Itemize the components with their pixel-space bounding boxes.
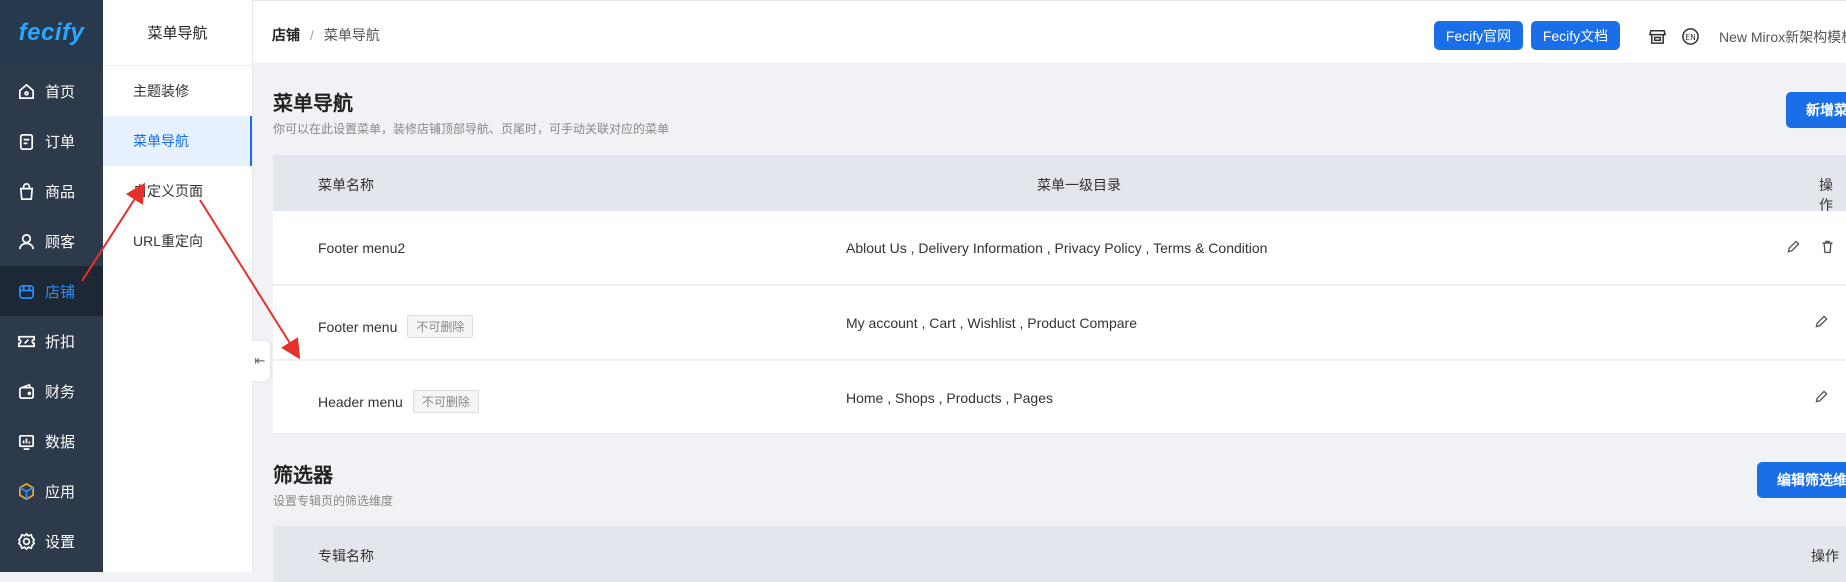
nav-item-settings[interactable]: 设置	[0, 516, 103, 566]
user-icon	[16, 231, 36, 251]
main-sidebar: fecify 首页 订单 商品 顾客 店铺 折扣 财务 数据 应用 设置	[0, 0, 103, 572]
breadcrumb-root[interactable]: 店铺	[272, 27, 300, 43]
nav-item-label: 折扣	[45, 333, 76, 351]
store-submenu: 菜单导航 主题装修 菜单导航 自定义页面 URL重定向	[103, 0, 253, 572]
breadcrumb: 店铺 / 菜单导航	[272, 25, 380, 45]
nav-item-discounts[interactable]: 折扣	[0, 316, 103, 366]
nav-item-label: 设置	[45, 533, 76, 551]
gear-icon	[16, 531, 36, 551]
nav-item-label: 首页	[45, 83, 76, 101]
breadcrumb-separator: /	[310, 27, 314, 43]
breadcrumb-current: 菜单导航	[323, 27, 380, 43]
col-menu-name: 菜单名称	[318, 177, 374, 193]
edit-filter-button[interactable]: 编辑筛选维度	[1757, 462, 1846, 498]
fecify-docs-button[interactable]: Fecify文档	[1531, 21, 1620, 50]
fecify-site-button[interactable]: Fecify官网	[1434, 21, 1523, 50]
menu-section-title: 菜单导航	[273, 93, 353, 115]
fecify-logo[interactable]: fecify	[0, 0, 103, 66]
nav-item-label: 商品	[45, 183, 76, 201]
table-row: Footer menu 不可删除 My account , Cart , Wish…	[273, 286, 1846, 360]
menu-dirs: Home , Shops , Products , Pages	[846, 390, 1053, 406]
wallet-icon	[16, 381, 36, 401]
edit-icon[interactable]	[1813, 388, 1831, 406]
nav-item-home[interactable]: 首页	[0, 66, 103, 116]
menu-section-desc: 你可以在此设置菜单，装修店铺顶部导航、页尾时，可手动关联对应的菜单	[273, 122, 670, 136]
filter-section-desc: 设置专辑页的筛选维度	[273, 494, 394, 508]
submenu-item-url-redirect[interactable]: URL重定向	[103, 216, 252, 266]
menu-dirs: Ablout Us , Delivery Information , Priva…	[846, 240, 1268, 256]
collapse-submenu-icon[interactable]: ⇤	[250, 341, 270, 381]
menu-name: Footer menu	[318, 318, 398, 335]
delete-icon[interactable]	[1819, 238, 1837, 256]
nav-item-label: 店铺	[45, 283, 76, 301]
filter-table-header: 专辑名称 操作	[273, 526, 1846, 582]
store-icon	[16, 281, 36, 301]
edit-icon[interactable]	[1813, 313, 1831, 331]
submenu-item-menu-nav[interactable]: 菜单导航	[103, 116, 252, 166]
bag-icon	[16, 181, 36, 201]
menu-dirs: My account , Cart , Wishlist , Product C…	[846, 315, 1137, 331]
col-menu-dirs: 菜单一级目录	[1037, 177, 1121, 193]
nav-item-finance[interactable]: 财务	[0, 366, 103, 416]
filter-section-title: 筛选器	[273, 465, 333, 487]
nav-item-customers[interactable]: 顾客	[0, 216, 103, 266]
svg-text:EN: EN	[1685, 32, 1695, 41]
submenu-item-custom-page[interactable]: 自定义页面	[103, 166, 252, 216]
table-row: Header menu 不可删除 Home , Shops , Products …	[273, 361, 1846, 434]
col-action: 操作	[1811, 548, 1839, 564]
storefront-icon[interactable]	[1647, 26, 1667, 46]
nav-item-orders[interactable]: 订单	[0, 116, 103, 166]
store-name[interactable]: New Mirox新架构模板	[1719, 27, 1846, 47]
nav-item-store[interactable]: 店铺	[0, 266, 103, 316]
add-menu-button[interactable]: 新增菜单	[1786, 92, 1846, 128]
col-action: 操作	[1819, 177, 1833, 213]
menu-name: Header menu	[318, 393, 403, 410]
submenu-title: 菜单导航	[103, 0, 252, 66]
nav-item-label: 应用	[45, 483, 76, 501]
nav-item-apps[interactable]: 应用	[0, 466, 103, 516]
edit-icon[interactable]	[1785, 238, 1803, 256]
chart-icon	[16, 431, 36, 451]
submenu-item-theme[interactable]: 主题装修	[103, 66, 252, 116]
nav-item-label: 订单	[45, 133, 76, 151]
undeletable-badge: 不可删除	[412, 390, 479, 413]
nav-item-data[interactable]: 数据	[0, 416, 103, 466]
table-row: Footer menu2 Ablout Us , Delivery Inform…	[273, 211, 1846, 285]
home-icon	[16, 81, 36, 101]
col-album-name: 专辑名称	[318, 548, 374, 564]
menu-table-header: 菜单名称 菜单一级目录 操作	[273, 155, 1846, 213]
nav-item-label: 财务	[45, 383, 76, 401]
language-en-icon[interactable]: EN	[1680, 26, 1700, 46]
order-icon	[16, 131, 36, 151]
undeletable-badge: 不可删除	[407, 315, 474, 338]
nav-item-label: 顾客	[45, 233, 76, 251]
menu-name: Footer menu2	[318, 240, 406, 256]
top-bar: 店铺 / 菜单导航 Fecify官网 Fecify文档 EN New Mirox新架…	[253, 0, 1846, 64]
cube-icon	[16, 481, 36, 501]
ticket-icon	[16, 331, 36, 351]
nav-item-label: 数据	[45, 433, 76, 451]
nav-item-products[interactable]: 商品	[0, 166, 103, 216]
